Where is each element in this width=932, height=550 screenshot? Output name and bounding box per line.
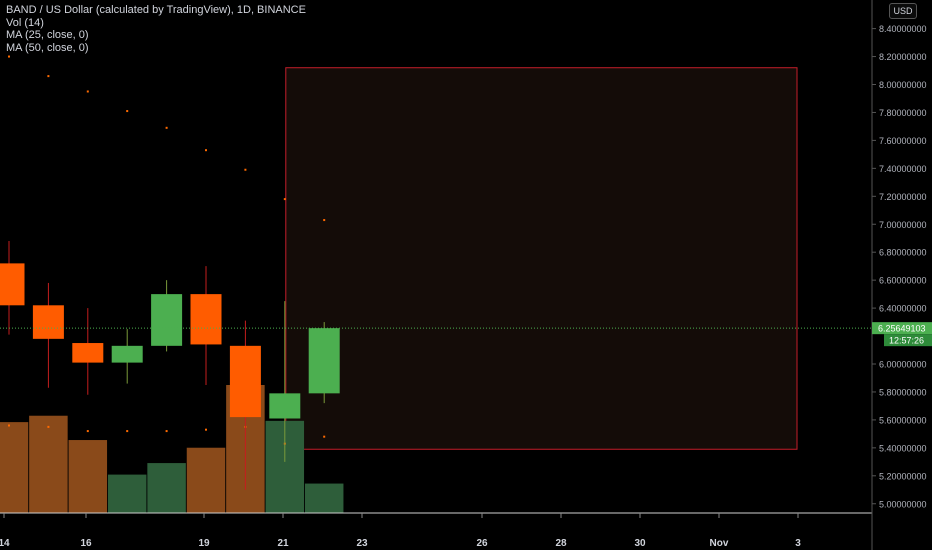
ma50-point <box>86 430 89 433</box>
ma25-point <box>47 75 50 78</box>
price-tick-label: 8.40000000 <box>879 24 927 34</box>
candle-body <box>269 393 301 419</box>
volume-bar <box>186 447 226 513</box>
drawing-rectangle <box>285 67 798 450</box>
legend-volume[interactable]: Vol (14) <box>6 17 306 30</box>
ma25-point <box>205 149 207 152</box>
time-tick-label: 14 <box>0 538 10 549</box>
chart-legend: BAND / US Dollar (calculated by TradingV… <box>6 4 306 54</box>
ma25-point <box>86 90 89 93</box>
price-tick-label: 5.00000000 <box>879 499 927 509</box>
ma25-point <box>8 55 10 58</box>
price-tick-label: 5.80000000 <box>879 387 927 397</box>
volume-bar <box>107 474 147 513</box>
price-tick-label: 6.40000000 <box>879 304 927 314</box>
price-tick-label: 5.20000000 <box>879 471 927 481</box>
price-tick-label: 7.80000000 <box>879 108 927 118</box>
price-tick-label: 7.60000000 <box>879 136 927 146</box>
time-tick-label: 26 <box>476 538 488 549</box>
ma25-point <box>165 126 168 129</box>
volume-bar <box>0 422 29 513</box>
price-tick-label: 7.20000000 <box>879 192 927 202</box>
time-tick-label: 3 <box>795 538 801 549</box>
candle-body <box>190 294 222 345</box>
price-tick-label: 7.00000000 <box>879 220 927 230</box>
price-tick-label: 5.40000000 <box>879 443 927 453</box>
ma25-point <box>126 110 129 113</box>
candle-body <box>111 345 143 363</box>
price-tick-label: 8.00000000 <box>879 80 927 90</box>
ma50-point <box>323 435 326 438</box>
countdown-label: 12:57:26 <box>889 336 924 346</box>
candle-body <box>151 294 183 346</box>
time-tick-label: 19 <box>198 538 210 549</box>
price-tick-label: 5.60000000 <box>879 415 927 425</box>
current-price-label: 6.25649103 <box>878 324 926 334</box>
time-tick-label: 23 <box>356 538 368 549</box>
time-tick-label: 30 <box>634 538 646 549</box>
volume-bar <box>304 483 344 513</box>
ma50-point <box>8 424 10 427</box>
price-tick-label: 6.80000000 <box>879 248 927 258</box>
volume-bar <box>68 440 108 513</box>
price-tick-label: 7.40000000 <box>879 164 927 174</box>
ma50-point <box>126 430 129 433</box>
ma25-point <box>283 198 286 201</box>
candle-body <box>32 305 64 339</box>
time-tick-label: 28 <box>555 538 567 549</box>
candle-body <box>308 328 340 394</box>
time-tick-label: 21 <box>277 538 289 549</box>
volume-bar <box>29 415 68 513</box>
price-tick-label: 6.60000000 <box>879 276 927 286</box>
volume-bar <box>147 463 186 513</box>
legend-title[interactable]: BAND / US Dollar (calculated by TradingV… <box>6 4 306 17</box>
legend-ma50[interactable]: MA (50, close, 0) <box>6 42 306 55</box>
candle-body <box>229 345 261 418</box>
candle-body <box>0 263 25 306</box>
time-tick-label: 16 <box>80 538 92 549</box>
price-tick-label: 8.20000000 <box>879 52 927 62</box>
ma50-point <box>47 425 50 428</box>
ma50-point <box>205 428 207 431</box>
price-chart[interactable]: 8.40000000 8.20000000 8.00000000 7.80000000… <box>0 0 932 550</box>
currency-button[interactable]: USD <box>889 3 917 19</box>
price-tick-label: 6.00000000 <box>879 360 927 370</box>
time-tick-label: Nov <box>710 538 729 549</box>
ma50-point <box>165 430 168 433</box>
ma25-point <box>323 219 326 222</box>
ma25-point <box>244 168 247 171</box>
candle-body <box>72 343 104 363</box>
legend-ma25[interactable]: MA (25, close, 0) <box>6 29 306 42</box>
